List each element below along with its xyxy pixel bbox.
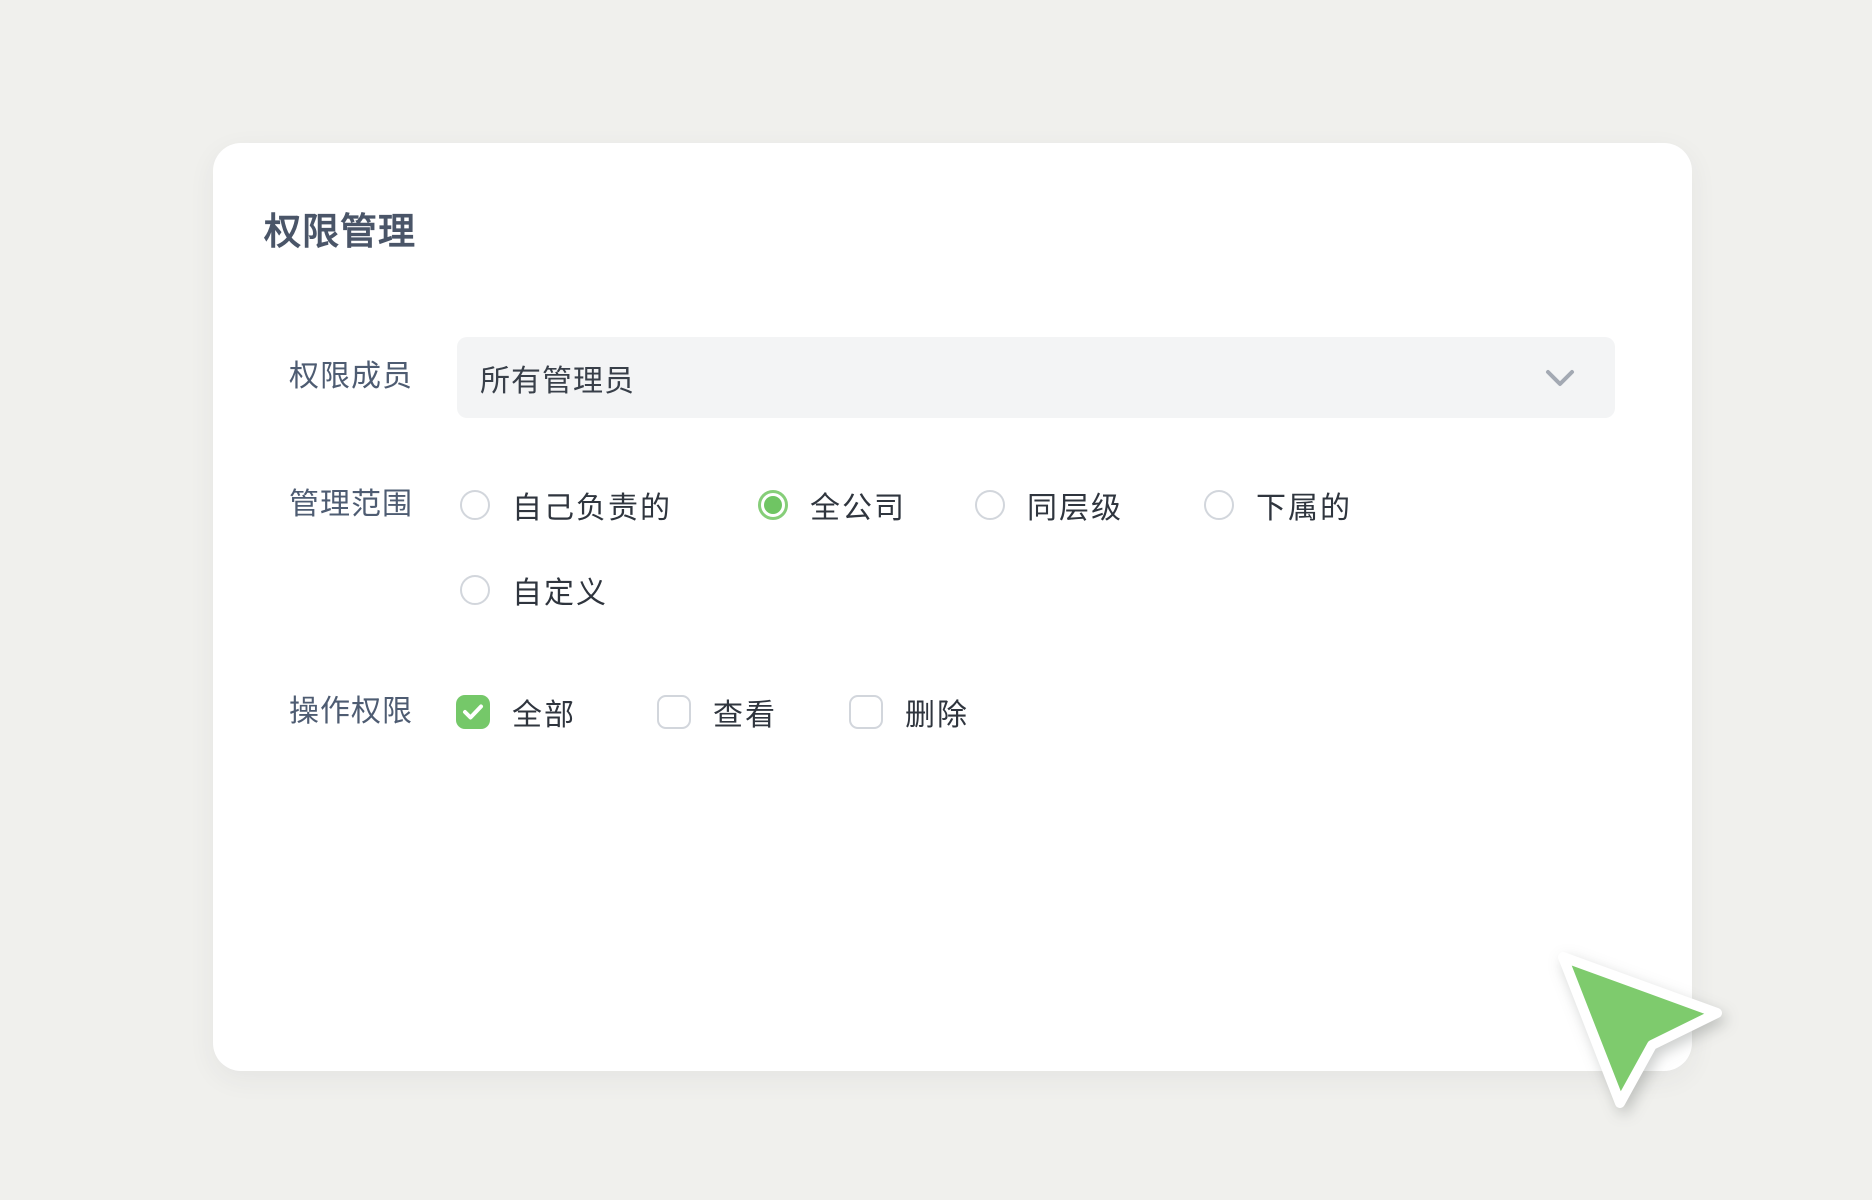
scope-field-label: 管理范围 [289, 484, 413, 526]
action-option-delete[interactable]: 删除 [849, 691, 969, 733]
scope-option-label: 自己负责的 [512, 483, 672, 527]
action-option-label: 查看 [713, 690, 777, 734]
scope-option-same-level[interactable]: 同层级 [975, 484, 1123, 526]
radio-unchecked-icon [1204, 490, 1234, 520]
checkbox-checked-icon [456, 695, 490, 729]
action-option-view[interactable]: 查看 [657, 691, 777, 733]
member-select[interactable]: 所有管理员 [457, 337, 1615, 418]
actions-field-label: 操作权限 [289, 691, 413, 733]
scope-option-self-responsible[interactable]: 自己负责的 [460, 484, 672, 526]
radio-checked-icon [758, 490, 788, 520]
permission-management-card: 权限管理 权限成员 所有管理员 管理范围 自己负责的 全公司 同层级 下属的 自… [213, 143, 1692, 1071]
scope-option-custom[interactable]: 自定义 [460, 569, 608, 611]
checkbox-unchecked-icon [657, 695, 691, 729]
chevron-down-icon [1545, 369, 1575, 387]
checkbox-unchecked-icon [849, 695, 883, 729]
radio-unchecked-icon [460, 490, 490, 520]
scope-option-whole-company[interactable]: 全公司 [758, 484, 906, 526]
scope-option-label: 全公司 [810, 483, 906, 527]
scope-option-label: 自定义 [512, 568, 608, 612]
page-background: { "title": "权限管理", "member": { "label": … [0, 0, 1872, 1200]
action-option-label: 全部 [512, 690, 576, 734]
action-option-label: 删除 [905, 690, 969, 734]
page-title: 权限管理 [264, 201, 416, 255]
scope-option-subordinates[interactable]: 下属的 [1204, 484, 1352, 526]
radio-unchecked-icon [460, 575, 490, 605]
scope-option-label: 同层级 [1027, 483, 1123, 527]
radio-unchecked-icon [975, 490, 1005, 520]
check-icon [462, 703, 484, 721]
action-option-all[interactable]: 全部 [456, 691, 576, 733]
member-select-value: 所有管理员 [480, 356, 635, 400]
member-field-label: 权限成员 [289, 356, 413, 398]
scope-option-label: 下属的 [1256, 483, 1352, 527]
